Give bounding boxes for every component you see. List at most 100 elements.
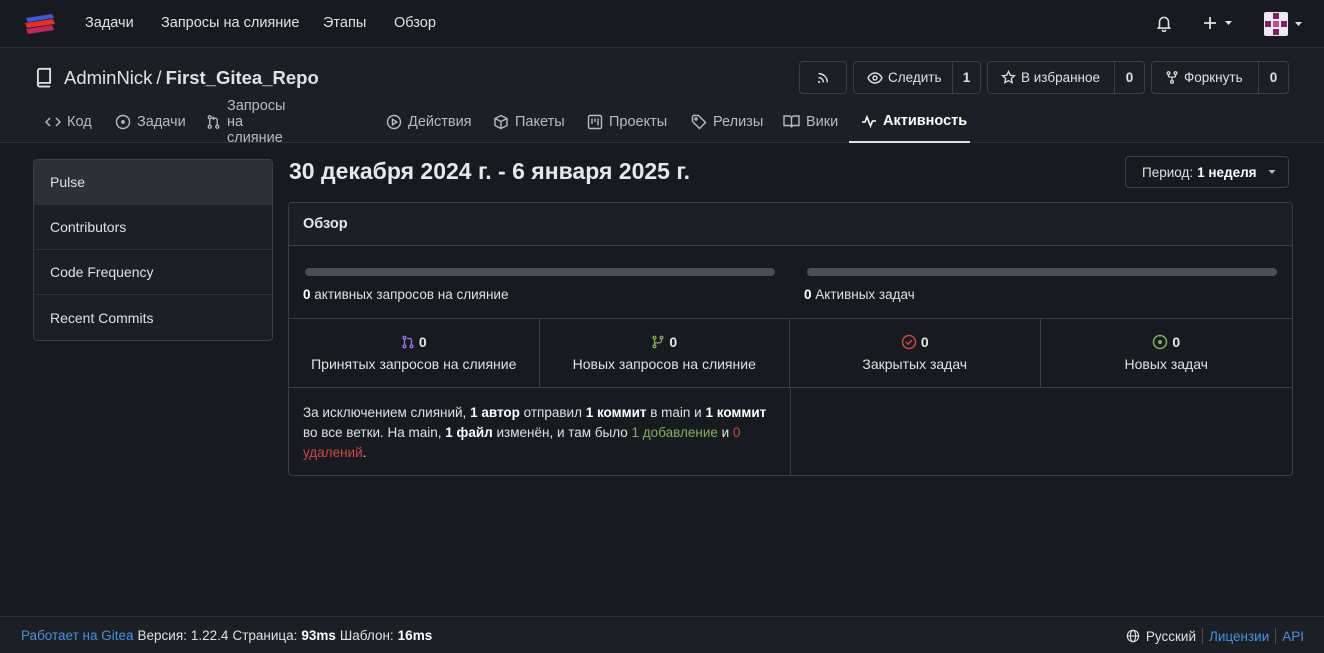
repo-path-separator: / [156,67,162,88]
tag-icon [691,114,707,130]
stats-row: 0 Принятых запросов на слияние 0 Новых з… [289,319,1292,388]
stat-closed-issues[interactable]: 0 Закрытых задач [790,319,1041,387]
active-prs-text: активных запросов на слияние [314,287,509,302]
book-icon [783,114,800,129]
tab-activity[interactable]: Активность [849,100,970,143]
sidebar-item-recent-commits[interactable]: Recent Commits [34,295,272,340]
sidebar-item-code-frequency[interactable]: Code Frequency [34,250,272,295]
eye-icon [867,71,883,85]
language-selector[interactable]: Русский [1146,629,1196,644]
overview-title: Обзор [289,203,1292,246]
activity-sidebar: Pulse Contributors Code Frequency Recent… [33,159,273,341]
star-count[interactable]: 0 [1114,62,1144,93]
fork-count[interactable]: 0 [1258,62,1288,93]
rss-button-inner[interactable] [800,62,830,93]
stat-new-issues[interactable]: 0 Новых задач [1041,319,1293,387]
gitea-logo[interactable] [24,12,56,36]
stat-closed-issues-count: 0 [920,334,929,350]
stat-new-prs-label: Новых запросов на слияние [572,356,756,372]
stat-new-issues-label: Новых задач [1124,356,1208,372]
watch-label: Следить [888,70,942,85]
tab-projects-label: Проекты [609,113,668,130]
api-link[interactable]: API [1282,629,1304,644]
template-time-value: 16ms [397,628,433,643]
licenses-link[interactable]: Лицензии [1209,629,1269,644]
tab-packages-label: Пакеты [515,113,565,130]
page-footer: Работает на Gitea Версия: 1.22.4 Страниц… [0,616,1324,653]
nav-explore[interactable]: Обзор [394,15,436,31]
active-prs-label[interactable]: 0 активных запросов на слияние [303,287,508,302]
version-value: 1.22.4 [190,628,229,643]
summary-text-part: и [717,425,733,440]
tab-projects[interactable]: Проекты [587,100,667,143]
rss-icon [816,71,830,85]
open-issue-icon [1152,334,1168,350]
fork-button-group: Форкнуть 0 [1151,61,1289,94]
nav-pull-requests[interactable]: Запросы на слияние [161,15,299,31]
overview-panel: Обзор 0 активных запросов на слияние 0 А… [288,202,1293,476]
star-button[interactable]: В избранное [988,62,1114,93]
top-navbar: Задачи Запросы на слияние Этапы Обзор [0,0,1324,48]
bell-icon[interactable] [1155,14,1173,32]
code-icon [45,115,61,129]
pulse-icon [861,114,877,128]
summary-text-part: в main и [646,405,706,420]
tab-releases[interactable]: Релизы [691,100,763,143]
commit-summary-text: За исключением слияний, 1 автор отправил… [289,388,791,475]
repo-name-link[interactable]: First_Gitea_Repo [166,67,319,89]
tab-pull-requests[interactable]: Запросы на слияние [206,97,286,146]
date-range-heading: 30 декабря 2024 г. - 6 января 2025 г. [289,158,690,184]
nav-issues[interactable]: Задачи [85,15,134,31]
summary-files: 1 файл [445,425,493,440]
stat-new-prs-count: 0 [669,334,678,350]
tab-pull-requests-label: Запросы на слияние [227,97,286,146]
watch-button[interactable]: Следить [854,62,952,93]
summary-empty-cell [791,388,1292,475]
tab-activity-label: Активность [883,112,968,129]
tab-issues[interactable]: Задачи [115,100,186,143]
overview-progress-section: 0 активных запросов на слияние 0 Активны… [289,246,1292,319]
period-dropdown[interactable]: Период: 1 неделя [1125,156,1289,188]
summary-additions: 1 добавление [631,425,718,440]
period-value: 1 неделя [1197,164,1257,180]
tab-code[interactable]: Код [45,100,92,143]
tab-wiki-label: Вики [806,113,839,130]
stat-closed-issues-label: Закрытых задач [862,356,968,372]
play-icon [386,114,402,130]
repo-owner-link[interactable]: AdminNick [64,67,152,89]
commit-summary-row: За исключением слияний, 1 автор отправил… [289,388,1292,475]
powered-by-gitea-link[interactable]: Работает на Gitea [21,628,134,643]
active-issues-label[interactable]: 0 Активных задач [804,287,915,302]
rss-button[interactable] [799,61,847,94]
summary-text-part: . [362,445,367,460]
package-icon [493,114,509,130]
active-issues-text: Активных задач [815,287,915,302]
create-new-dropdown[interactable] [1202,15,1234,31]
tab-packages[interactable]: Пакеты [493,100,565,143]
version-label: Версия: [137,628,187,643]
fork-button[interactable]: Форкнуть [1152,62,1258,93]
footer-left: Работает на Gitea Версия: 1.22.4 Страниц… [21,628,432,643]
tab-issues-label: Задачи [137,113,186,130]
watch-count[interactable]: 1 [952,62,980,93]
tab-actions[interactable]: Действия [386,100,472,143]
branch-icon [651,334,665,350]
tab-wiki[interactable]: Вики [783,100,838,143]
active-issues-count: 0 [804,287,812,302]
user-avatar-dropdown[interactable] [1264,12,1304,36]
nav-milestones[interactable]: Этапы [323,15,366,31]
stat-new-issues-count: 0 [1172,334,1181,350]
summary-commits-main: 1 коммит [585,405,647,420]
repo-title: AdminNick / First_Gitea_Repo [34,67,319,89]
active-prs-progress-bar [305,268,775,276]
sidebar-item-pulse[interactable]: Pulse [34,160,272,205]
page-time-value: 93ms [301,628,336,643]
active-issues-progress-bar [807,268,1277,276]
repo-header: AdminNick / First_Gitea_Repo Следить 1 В… [0,48,1324,146]
stat-merged-prs[interactable]: 0 Принятых запросов на слияние [289,319,540,387]
summary-authors: 1 автор [470,405,520,420]
stat-new-prs[interactable]: 0 Новых запросов на слияние [540,319,790,387]
footer-divider [1275,628,1277,644]
summary-text-part: отправил [519,405,586,420]
sidebar-item-contributors[interactable]: Contributors [34,205,272,250]
